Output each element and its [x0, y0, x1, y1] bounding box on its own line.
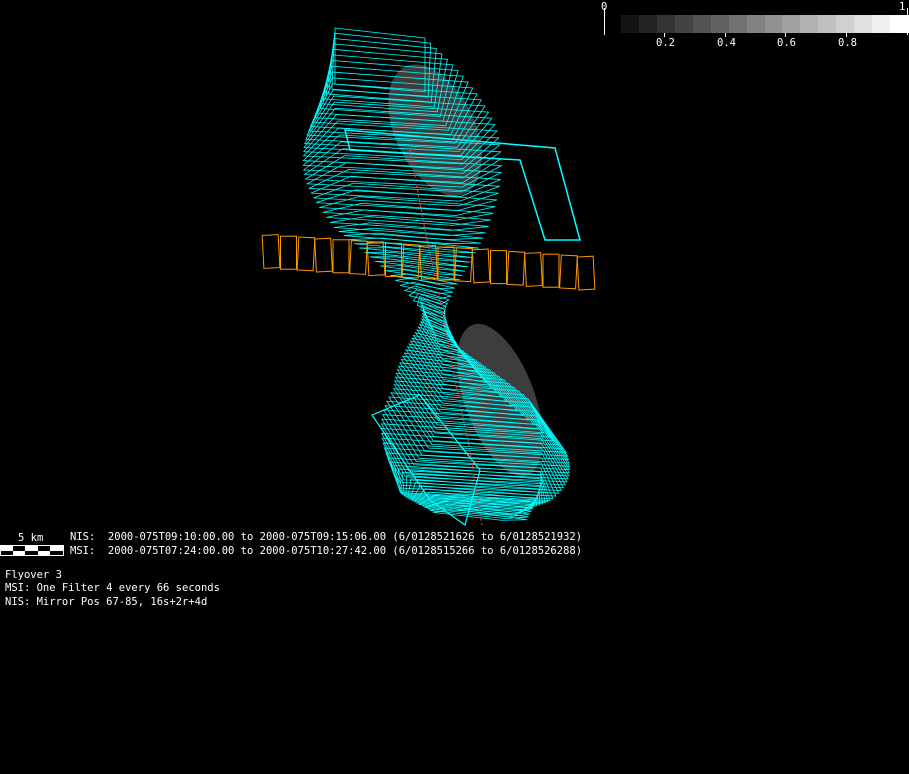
- nis-footprint: [280, 235, 297, 270]
- scale-bar-label: 5 km: [18, 532, 44, 544]
- colorbar-step: [621, 15, 640, 33]
- nis-footprint: [524, 252, 543, 287]
- colorbar-step: [728, 15, 748, 33]
- nis-footprint: [559, 254, 578, 290]
- colorbar-tick-label: 0.4: [717, 37, 736, 49]
- colorbar-step: [638, 15, 658, 33]
- colorbar-step: [800, 15, 819, 33]
- colorbar-min-label: 0: [601, 1, 608, 13]
- nis-footprint: [490, 250, 507, 285]
- nis-footprint: [332, 239, 350, 274]
- nis-time-range: NIS: 2000-075T09:10:00.00 to 2000-075T09…: [70, 531, 583, 543]
- colorbar-tick-label: 0.2: [656, 37, 675, 49]
- colorbar-step: [764, 15, 783, 33]
- nis-footprint: [542, 253, 560, 288]
- colorbar-step: [692, 15, 712, 33]
- msi-footprint: [338, 227, 484, 240]
- nis-footprint: [506, 250, 526, 286]
- nis-footprint: [366, 241, 386, 277]
- nis-info: NIS: Mirror Pos 67-85, 16s+2r+4d: [5, 596, 208, 608]
- colorbar-step: [782, 15, 801, 33]
- scale-bar-graphic: [0, 545, 64, 556]
- colorbar-tick-label: 0.8: [838, 37, 857, 49]
- nis-footprint: [261, 234, 281, 269]
- nis-footprint: [296, 236, 316, 272]
- colorbar-tick-label: 0.6: [777, 37, 796, 49]
- colorbar-step: [854, 15, 873, 33]
- colorbar-step: [746, 15, 765, 33]
- colorbar-step: [836, 15, 855, 33]
- nis-footprint: [576, 255, 596, 291]
- flyover-title: Flyover 3: [5, 569, 62, 581]
- nis-footprint: [471, 248, 491, 284]
- colorbar-step: [656, 15, 676, 33]
- colorbar-step: [872, 15, 891, 33]
- colorbar-step: [890, 15, 909, 33]
- footprint-plot: [0, 8, 908, 556]
- msi-info: MSI: One Filter 4 every 66 seconds: [5, 582, 220, 594]
- colorbar-max-label: 1: [899, 1, 906, 13]
- colorbar-step: [818, 15, 837, 33]
- nis-footprint: [349, 240, 368, 275]
- colorbar-step: [674, 15, 694, 33]
- colorbar-step: [710, 15, 730, 33]
- nis-footprint: [314, 237, 333, 273]
- msi-time-range: MSI: 2000-075T07:24:00.00 to 2000-075T10…: [70, 545, 583, 557]
